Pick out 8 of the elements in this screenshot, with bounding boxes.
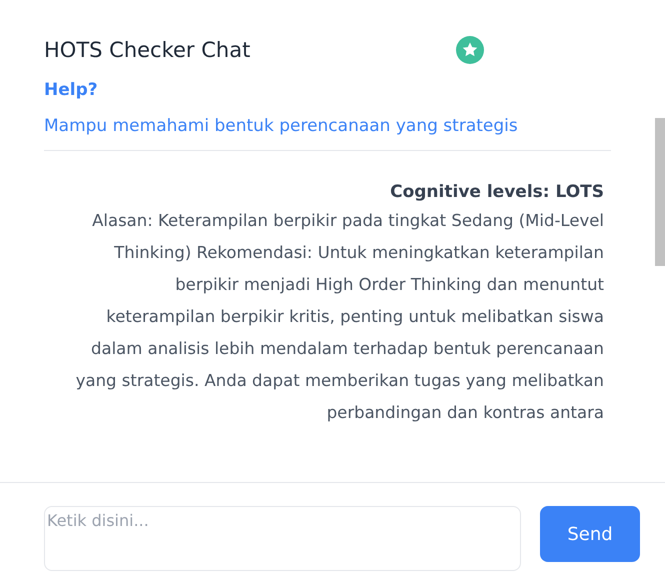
message-input[interactable]: Ketik disini... — [44, 506, 521, 571]
cognitive-level-heading: Cognitive levels: LOTS — [389, 181, 604, 204]
objective-link[interactable]: Mampu memahami bentuk perencanaan yang strategis — [44, 116, 518, 150]
scrollbar-thumb[interactable] — [655, 118, 665, 266]
message-text: Alasan: Keterampilan berpikir pada tingkat Sedang (Mid-Level Thinking) Rekomendasi: Untuk meningkatkan keterampilan berpikir menjadi High Order Thinking dan menuntut keterampilan berpikir kritis, penting untuk melibatkan siswa dalam analisis lebih mendalam terhadap bentuk perencanaan yang strategis. Anda dapat memberikan tugas yang melibatkan perbandingan dan kontras antara — [74, 210, 604, 424]
chat-title: HOTS Checker Chat — [44, 38, 250, 62]
help-link[interactable]: Help? — [44, 80, 98, 100]
send-button[interactable]: Send — [540, 506, 640, 562]
